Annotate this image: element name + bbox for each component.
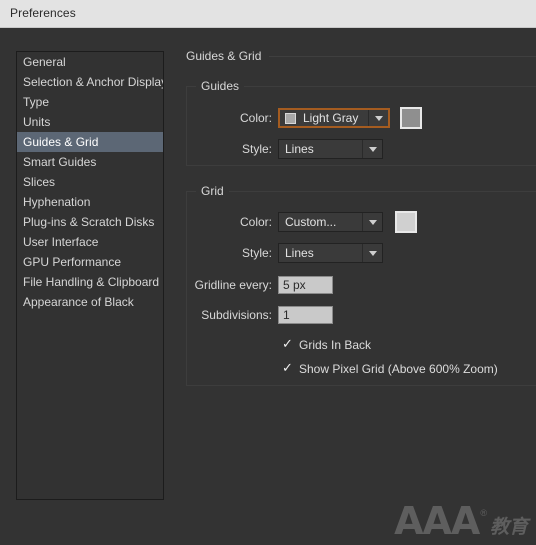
chevron-down-icon[interactable] [362, 244, 382, 262]
grids-in-back-label: Grids In Back [299, 338, 372, 352]
grid-color-chip-button[interactable] [395, 211, 417, 233]
chevron-down-icon[interactable] [362, 140, 382, 158]
subdivisions-label: Subdivisions: [201, 308, 272, 322]
preferences-dialog: Preferences General Selection & Anchor Di… [0, 0, 536, 545]
sidebar-item-plug-ins-scratch-disks[interactable]: Plug-ins & Scratch Disks [17, 212, 163, 232]
show-pixel-grid-label: Show Pixel Grid (Above 600% Zoom) [299, 362, 498, 376]
sidebar-item-hyphenation[interactable]: Hyphenation [17, 192, 163, 212]
grid-style-label: Style: [241, 246, 272, 260]
chevron-down-icon[interactable] [368, 110, 388, 126]
guides-color-chip-button[interactable] [400, 107, 422, 129]
watermark: AAA ® 教育 [394, 499, 528, 543]
subdivisions-input[interactable]: 1 [278, 306, 333, 324]
sidebar-item-guides-grid[interactable]: Guides & Grid [17, 132, 163, 152]
grid-color-label: Color: [239, 215, 272, 229]
guides-color-dropdown[interactable]: Light Gray [278, 108, 390, 128]
sidebar-item-file-handling-clipboard[interactable]: File Handling & Clipboard [17, 272, 163, 292]
sidebar-item-general[interactable]: General [17, 52, 163, 72]
watermark-cn: 教育 [489, 516, 528, 538]
grid-style-row: Style: Lines [186, 243, 383, 263]
guides-color-row: Color: Light Gray [186, 107, 422, 129]
grid-color-value: Custom... [285, 215, 337, 229]
registered-icon: ® [480, 508, 487, 518]
watermark-mark: AAA [394, 499, 480, 543]
gridline-every-input[interactable]: 5 px [278, 276, 333, 294]
sidebar-item-user-interface[interactable]: User Interface [17, 232, 163, 252]
guides-group-legend: Guides [196, 79, 245, 93]
grid-group-legend: Grid [196, 184, 229, 198]
guides-style-row: Style: Lines [186, 139, 383, 159]
grid-color-row: Color: Custom... [186, 211, 417, 233]
guides-style-value: Lines [285, 142, 314, 156]
category-list[interactable]: General Selection & Anchor Display Type Uni… [16, 51, 164, 500]
dialog-body: General Selection & Anchor Display Type Uni… [0, 29, 536, 545]
title-bar: Preferences [0, 0, 536, 28]
sidebar-item-selection-anchor-display[interactable]: Selection & Anchor Display [17, 72, 163, 92]
page-title: Guides & Grid [186, 49, 270, 63]
grid-style-value: Lines [285, 246, 314, 260]
sidebar-item-smart-guides[interactable]: Smart Guides [17, 152, 163, 172]
checkmark-icon[interactable]: ✓ [281, 361, 293, 375]
guides-style-label: Style: [241, 142, 272, 156]
chevron-down-icon[interactable] [362, 213, 382, 231]
grid-color-dropdown[interactable]: Custom... [278, 212, 383, 232]
subdivisions-row: Subdivisions: 1 [186, 305, 333, 325]
checkmark-icon[interactable]: ✓ [281, 337, 293, 351]
grid-style-dropdown[interactable]: Lines [278, 243, 383, 263]
sidebar-item-type[interactable]: Type [17, 92, 163, 112]
sidebar-item-units[interactable]: Units [17, 112, 163, 132]
guides-color-label: Color: [239, 111, 272, 125]
guides-color-swatch-icon [285, 112, 296, 124]
grids-in-back-checkbox-row[interactable]: ✓ Grids In Back [281, 336, 371, 354]
guides-style-dropdown[interactable]: Lines [278, 139, 383, 159]
gridline-every-row: Gridline every: 5 px [186, 275, 333, 295]
sidebar-item-slices[interactable]: Slices [17, 172, 163, 192]
sidebar-item-gpu-performance[interactable]: GPU Performance [17, 252, 163, 272]
pane-header-area: Guides & Grid [186, 47, 536, 67]
show-pixel-grid-checkbox-row[interactable]: ✓ Show Pixel Grid (Above 600% Zoom) [281, 360, 498, 378]
gridline-every-label: Gridline every: [194, 278, 272, 292]
window-title: Preferences [10, 6, 76, 20]
guides-color-value: Light Gray [303, 111, 359, 125]
sidebar-item-appearance-of-black[interactable]: Appearance of Black [17, 292, 163, 312]
